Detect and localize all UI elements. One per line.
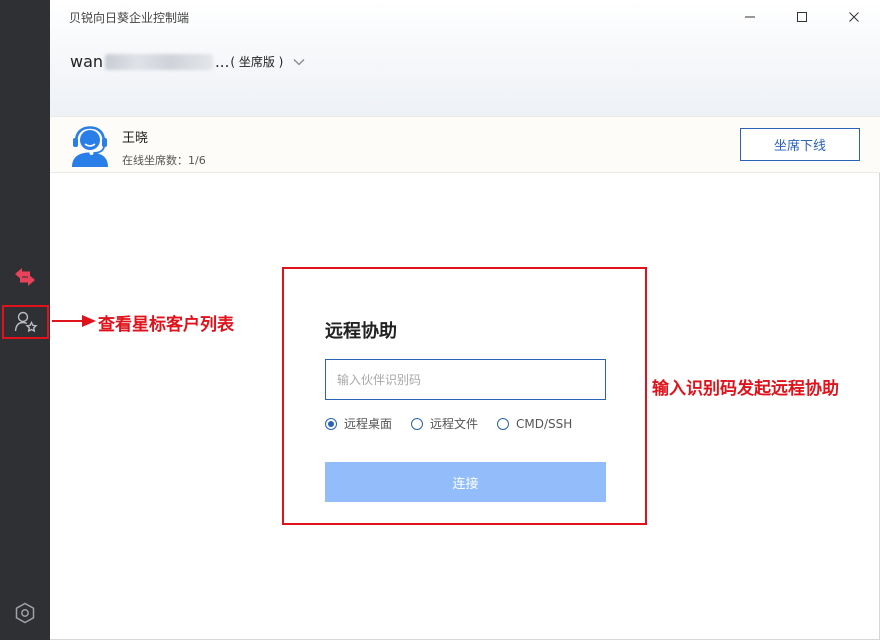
radio-unchecked-icon: [411, 417, 424, 430]
radio-cmd-ssh[interactable]: CMD/SSH: [497, 417, 572, 431]
agent-name: 王晓: [122, 131, 149, 146]
account-name-redacted: [105, 53, 214, 70]
partner-code-input[interactable]: [325, 359, 606, 400]
annotation-arrow-icon: [52, 315, 96, 327]
radio-label: CMD/SSH: [516, 416, 573, 431]
close-button[interactable]: [828, 4, 880, 30]
maximize-button[interactable]: [776, 4, 828, 30]
settings-button[interactable]: [8, 596, 42, 630]
chevron-down-icon: [293, 58, 305, 65]
annotation-enter-code: 输入识别码发起远程协助: [652, 379, 839, 399]
assist-mode-options: 远程桌面 远程文件 CMD/SSH: [325, 415, 591, 432]
minimize-button[interactable]: [724, 4, 776, 30]
radio-checked-icon: [325, 417, 337, 430]
annotation-star-list: 查看星标客户列表: [98, 315, 234, 335]
swap-arrows-icon: [15, 268, 35, 286]
star-customers-button[interactable]: [2, 305, 49, 339]
radio-remote-desktop[interactable]: 远程桌面: [325, 415, 392, 432]
remote-assist-title: 远程协助: [325, 321, 397, 342]
hexagon-settings-icon: [15, 602, 35, 624]
account-name: wan: [70, 52, 104, 71]
title-bar: 贝锐向日葵企业控制端 wan ... ( 坐席版 ): [50, 0, 880, 116]
app-title: 贝锐向日葵企业控制端: [69, 11, 190, 25]
agent-offline-button[interactable]: 坐席下线: [740, 128, 860, 161]
radio-remote-file[interactable]: 远程文件: [411, 415, 478, 432]
connect-button[interactable]: 连接: [325, 462, 606, 502]
minimize-icon: [745, 16, 755, 18]
remote-assist-panel: 远程协助 远程桌面 远程文件 CMD/SSH 连接: [282, 267, 647, 525]
radio-label: 远程文件: [430, 417, 479, 431]
window-controls: [724, 4, 880, 30]
account-dropdown[interactable]: [293, 58, 305, 66]
agent-bar: 王晓 在线坐席数：1/6 坐席下线: [50, 116, 880, 173]
agent-status: 在线坐席数：1/6: [122, 154, 206, 167]
maximize-icon: [797, 12, 807, 22]
account-edition: ( 坐席版 ): [230, 55, 284, 69]
swap-button[interactable]: [8, 260, 42, 294]
sidebar: [0, 0, 50, 640]
user-star-icon: [14, 311, 38, 333]
close-icon: [849, 12, 859, 22]
account-selector[interactable]: wan ... ( 坐席版 ): [70, 52, 305, 71]
account-ellipsis: ...: [215, 52, 230, 71]
headset-agent-icon: [72, 126, 108, 167]
radio-label: 远程桌面: [344, 417, 393, 431]
radio-unchecked-icon: [497, 417, 510, 430]
